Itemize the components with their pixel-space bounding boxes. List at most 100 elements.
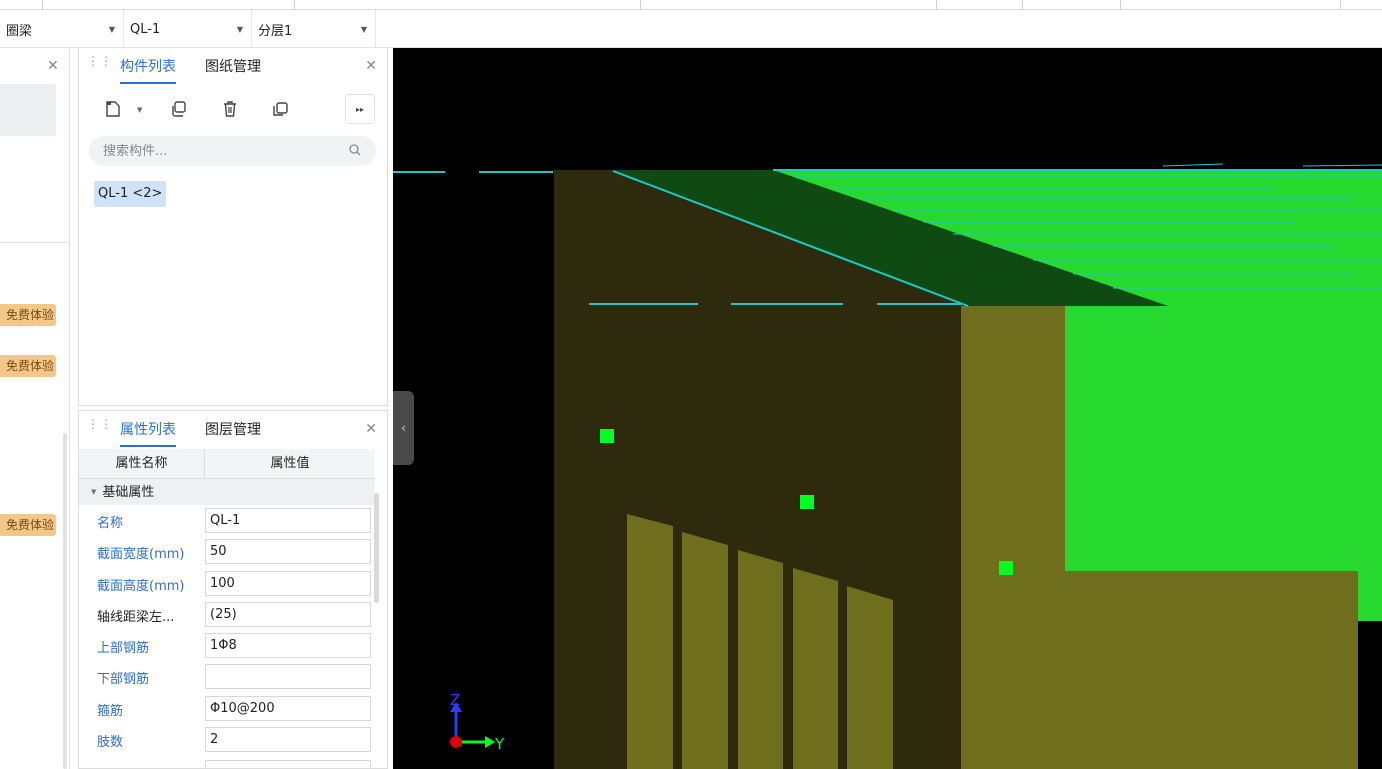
collapse-triangle-icon[interactable]: ▼ [91,488,96,496]
table-row: 名称 QL-1 [79,505,375,536]
tab-component-list[interactable]: 构件列表 [120,48,176,86]
chevron-left-icon: ‹ [401,421,406,435]
stair-slat [682,532,728,769]
layer-select-value: 分层1 [258,23,293,39]
trash-icon [224,101,236,117]
table-row: 截面高度(mm) 100 [79,568,375,599]
double-chevron-right-icon: ▸▸ [355,104,365,114]
stair-slat [847,586,893,769]
property-value-input[interactable]: 2 [205,727,371,753]
search-input[interactable] [103,143,333,159]
close-icon[interactable]: ✕ [365,58,377,74]
search-box[interactable] [89,136,376,166]
close-icon[interactable]: ✕ [365,421,377,437]
property-name: 上部钢筋 [97,641,150,657]
copy-icon [172,101,186,117]
property-name: 肢数 [97,735,124,751]
selected-row-highlight [0,84,56,136]
component-select-value: QL-1 [130,21,161,37]
drag-handle-icon[interactable]: ⋮⋮ [87,418,112,438]
y-axis-label: Y [494,735,505,753]
type-select[interactable]: 圈梁 ▼ [0,10,124,48]
property-group-basic[interactable]: ▼ 基础属性 [79,479,375,505]
menu-separator [936,0,937,10]
drag-handle-icon[interactable]: ⋮⋮ [87,55,112,75]
tab-layer-management[interactable]: 图层管理 [205,411,261,449]
property-value-input[interactable]: 50 [205,539,371,565]
property-value-input[interactable] [205,664,371,690]
property-value-input[interactable]: 1Φ8 [205,633,371,659]
table-row: 截面宽度(mm) 50 [79,536,375,567]
copy-button[interactable] [163,94,193,124]
list-item[interactable]: QL-1 <2> [94,181,167,207]
left-side-panel: ✕ 免费体验 免费体验 免费体验 [0,48,70,769]
table-row: 肢数 2 [79,724,375,755]
panel-tabs: ⋮⋮ 属性列表 图层管理 ✕ [79,411,387,449]
3d-scene[interactable]: Z Y [393,48,1382,769]
menu-separator [640,0,641,10]
table-row: 上部钢筋 1Φ8 [79,630,375,661]
layers-copy-icon [273,102,288,116]
new-file-icon [106,101,120,117]
selector-toolbar: 圈梁 ▼ QL-1 ▼ 分层1 ▼ [0,10,1382,48]
grid-point-marker[interactable] [600,429,614,443]
free-trial-badge[interactable]: 免费体验 [0,304,56,326]
tab-property-list[interactable]: 属性列表 [120,411,176,449]
chevron-down-icon: ▼ [108,24,115,34]
z-axis-label: Z [450,691,460,709]
collapse-panel-handle[interactable]: ‹ [393,391,414,465]
new-component-button[interactable] [91,94,135,124]
stair-slat [627,514,673,769]
property-list-panel: ⋮⋮ 属性列表 图层管理 ✕ 属性名称 属性值 ▼ 基础属性 名称 QL-1 截面… [78,410,388,769]
3d-viewport[interactable]: Z Y [393,48,1382,769]
scrollbar[interactable] [63,433,67,769]
component-list-panel: ⋮⋮ 构件列表 图纸管理 ✕ ▼ ▸▸ QL-1 <2> [78,48,388,406]
more-tools-button[interactable]: ▸▸ [345,94,375,124]
stair-slat [793,568,838,769]
layer-select[interactable]: 分层1 ▼ [252,10,376,48]
menu-separator [294,0,295,10]
chevron-down-icon[interactable]: ▼ [137,106,142,114]
top-menu-strip [0,0,1382,10]
close-icon[interactable]: ✕ [47,58,59,74]
axis-gizmo: Z Y [450,691,505,753]
type-select-value: 圈梁 [6,23,33,39]
property-name: 名称 [97,516,124,531]
property-value-input[interactable]: Φ10@200 [205,695,371,721]
property-name: 箍筋 [97,703,124,719]
free-trial-badge[interactable]: 免费体验 [0,355,56,377]
grid-point-marker[interactable] [999,561,1013,575]
property-name: 轴线距梁左... [97,609,175,625]
divider [0,242,70,243]
axis-origin [450,736,462,748]
component-select[interactable]: QL-1 ▼ [124,10,252,48]
scrollbar[interactable] [374,493,379,603]
property-name: 下部钢筋 [97,672,150,688]
table-row: 下部钢筋 [79,661,375,692]
panel-tabs: ⋮⋮ 构件列表 图纸管理 ✕ [79,48,387,86]
column-header-value: 属性值 [270,456,310,471]
table-header: 属性名称 属性值 [79,449,375,479]
property-value-input[interactable]: 100 [205,570,371,596]
free-trial-badge[interactable]: 免费体验 [0,514,56,536]
menu-separator [1022,0,1023,10]
property-name: 截面宽度(mm) [97,547,185,563]
table-row [79,755,375,768]
column-header-name: 属性名称 [79,449,205,478]
duplicate-button[interactable] [265,94,295,124]
menu-separator [1120,0,1121,10]
tab-drawing-management[interactable]: 图纸管理 [205,48,261,86]
menu-separator [1340,0,1341,10]
search-icon[interactable] [348,143,362,157]
table-row: 箍筋 Φ10@200 [79,693,375,724]
table-row: 轴线距梁左... (25) [79,599,375,630]
delete-button[interactable] [215,94,245,124]
menu-separator [42,0,43,10]
property-value-input[interactable] [205,760,371,768]
property-value-input[interactable]: QL-1 [205,508,371,533]
property-value-input[interactable]: (25) [205,601,371,627]
grid-point-marker[interactable] [800,495,814,509]
chevron-down-icon: ▼ [360,24,367,34]
stair-slat [738,550,783,769]
chevron-down-icon: ▼ [236,24,243,34]
